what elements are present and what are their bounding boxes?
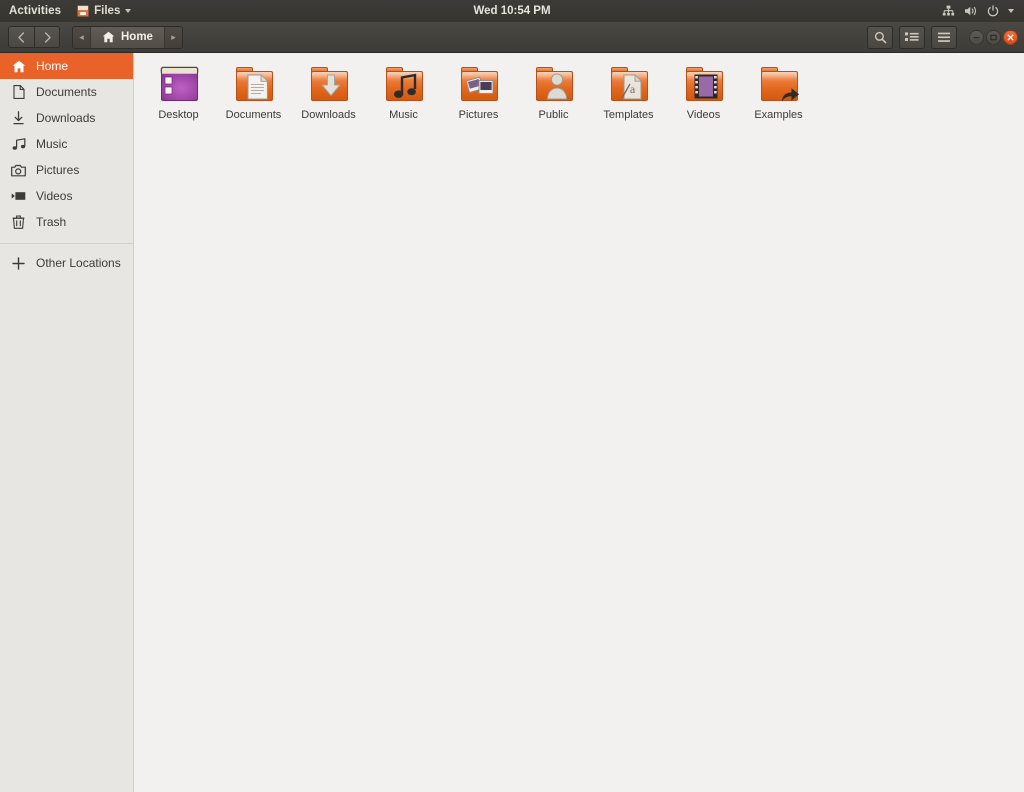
file-item-public[interactable]: Public	[516, 59, 591, 121]
sidebar-item-label: Downloads	[36, 111, 96, 125]
document-icon	[11, 85, 26, 100]
file-item-label: Videos	[686, 109, 721, 121]
gnome-top-bar: Activities Files Wed 10:54 PM	[0, 0, 1024, 22]
file-item-examples[interactable]: Examples	[741, 59, 816, 121]
sidebar-item-home[interactable]: Home	[0, 53, 133, 79]
camera-icon	[11, 163, 26, 178]
icon-grid: Desktop Documents Downloads Music Pictur…	[141, 59, 1024, 121]
sidebar-item-label: Other Locations	[36, 256, 121, 270]
file-item-label: Pictures	[458, 109, 499, 121]
file-item-label: Public	[538, 109, 569, 121]
search-button[interactable]	[867, 26, 893, 49]
breadcrumb-label: Home	[121, 31, 153, 43]
sidebar-item-trash[interactable]: Trash	[0, 209, 133, 235]
window-controls	[969, 30, 1018, 45]
videos-folder-icon	[680, 63, 728, 105]
sidebar-separator	[0, 243, 133, 244]
close-button[interactable]	[1003, 30, 1018, 45]
desktop-folder-icon	[155, 63, 203, 105]
file-item-pictures[interactable]: Pictures	[441, 59, 516, 121]
file-item-label: Examples	[754, 109, 803, 121]
file-item-label: Desktop	[158, 109, 199, 121]
minimize-button[interactable]	[969, 30, 984, 45]
file-item-documents[interactable]: Documents	[216, 59, 291, 121]
home-icon	[11, 59, 26, 74]
sidebar-item-downloads[interactable]: Downloads	[0, 105, 133, 131]
places-sidebar: Home Documents Downloads Music Pictures …	[0, 53, 134, 792]
link-folder-icon	[755, 63, 803, 105]
plus-icon	[11, 256, 26, 271]
breadcrumb-left-arrow[interactable]: ◂	[73, 26, 90, 48]
files-icon	[77, 5, 90, 17]
home-icon	[102, 31, 115, 43]
music-icon	[11, 137, 26, 152]
file-item-desktop[interactable]: Desktop	[141, 59, 216, 121]
volume-icon[interactable]	[964, 5, 978, 17]
search-icon	[874, 31, 886, 44]
app-menu-label: Files	[94, 5, 121, 17]
power-icon[interactable]	[987, 5, 999, 17]
navigation-buttons	[8, 26, 60, 48]
file-view[interactable]: Desktop Documents Downloads Music Pictur…	[135, 53, 1024, 792]
back-button[interactable]	[8, 26, 34, 48]
trash-icon	[11, 215, 26, 230]
downloads-folder-icon	[305, 63, 353, 105]
sidebar-item-label: Documents	[36, 85, 97, 99]
sidebar-item-music[interactable]: Music	[0, 131, 133, 157]
sidebar-item-label: Trash	[36, 215, 67, 229]
templates-folder-icon: a	[605, 63, 653, 105]
file-item-videos[interactable]: Videos	[666, 59, 741, 121]
sidebar-item-documents[interactable]: Documents	[0, 79, 133, 105]
activities-button[interactable]: Activities	[0, 0, 70, 22]
video-icon	[11, 189, 26, 204]
list-view-icon	[905, 32, 919, 41]
file-item-label: Music	[389, 109, 418, 121]
maximize-button[interactable]	[986, 30, 1001, 45]
breadcrumb-item-home[interactable]: Home	[90, 26, 165, 48]
documents-folder-icon	[230, 63, 278, 105]
system-tray[interactable]	[942, 0, 1020, 22]
clock[interactable]: Wed 10:54 PM	[0, 5, 1024, 17]
chevron-down-icon	[125, 9, 132, 13]
file-item-label: Templates	[603, 109, 654, 121]
file-item-music[interactable]: Music	[366, 59, 441, 121]
forward-button[interactable]	[34, 26, 60, 48]
sidebar-item-pictures[interactable]: Pictures	[0, 157, 133, 183]
tray-chevron-down-icon[interactable]	[1008, 9, 1014, 13]
file-item-label: Downloads	[301, 109, 356, 121]
breadcrumb-right-arrow[interactable]: ▸	[164, 26, 182, 48]
hamburger-menu-icon	[938, 32, 950, 42]
file-item-downloads[interactable]: Downloads	[291, 59, 366, 121]
public-folder-icon	[530, 63, 578, 105]
pictures-folder-icon	[455, 63, 503, 105]
sidebar-item-label: Pictures	[36, 163, 80, 177]
sidebar-item-label: Music	[36, 137, 68, 151]
file-item-templates[interactable]: a Templates	[591, 59, 666, 121]
header-actions	[867, 22, 1024, 53]
nautilus-header-bar: ◂ Home ▸	[0, 22, 1024, 53]
file-item-label: Documents	[225, 109, 282, 121]
sidebar-item-label: Home	[36, 59, 69, 73]
breadcrumb: ◂ Home ▸	[72, 25, 183, 49]
sidebar-item-videos[interactable]: Videos	[0, 183, 133, 209]
network-icon[interactable]	[942, 5, 955, 17]
menu-button[interactable]	[931, 26, 957, 49]
download-icon	[11, 111, 26, 126]
music-folder-icon	[380, 63, 428, 105]
svg-text:a: a	[629, 82, 635, 96]
view-toggle-button[interactable]	[899, 26, 925, 49]
sidebar-item-other-locations[interactable]: Other Locations	[0, 250, 133, 276]
sidebar-item-label: Videos	[36, 189, 73, 203]
app-menu-files[interactable]: Files	[70, 0, 138, 22]
